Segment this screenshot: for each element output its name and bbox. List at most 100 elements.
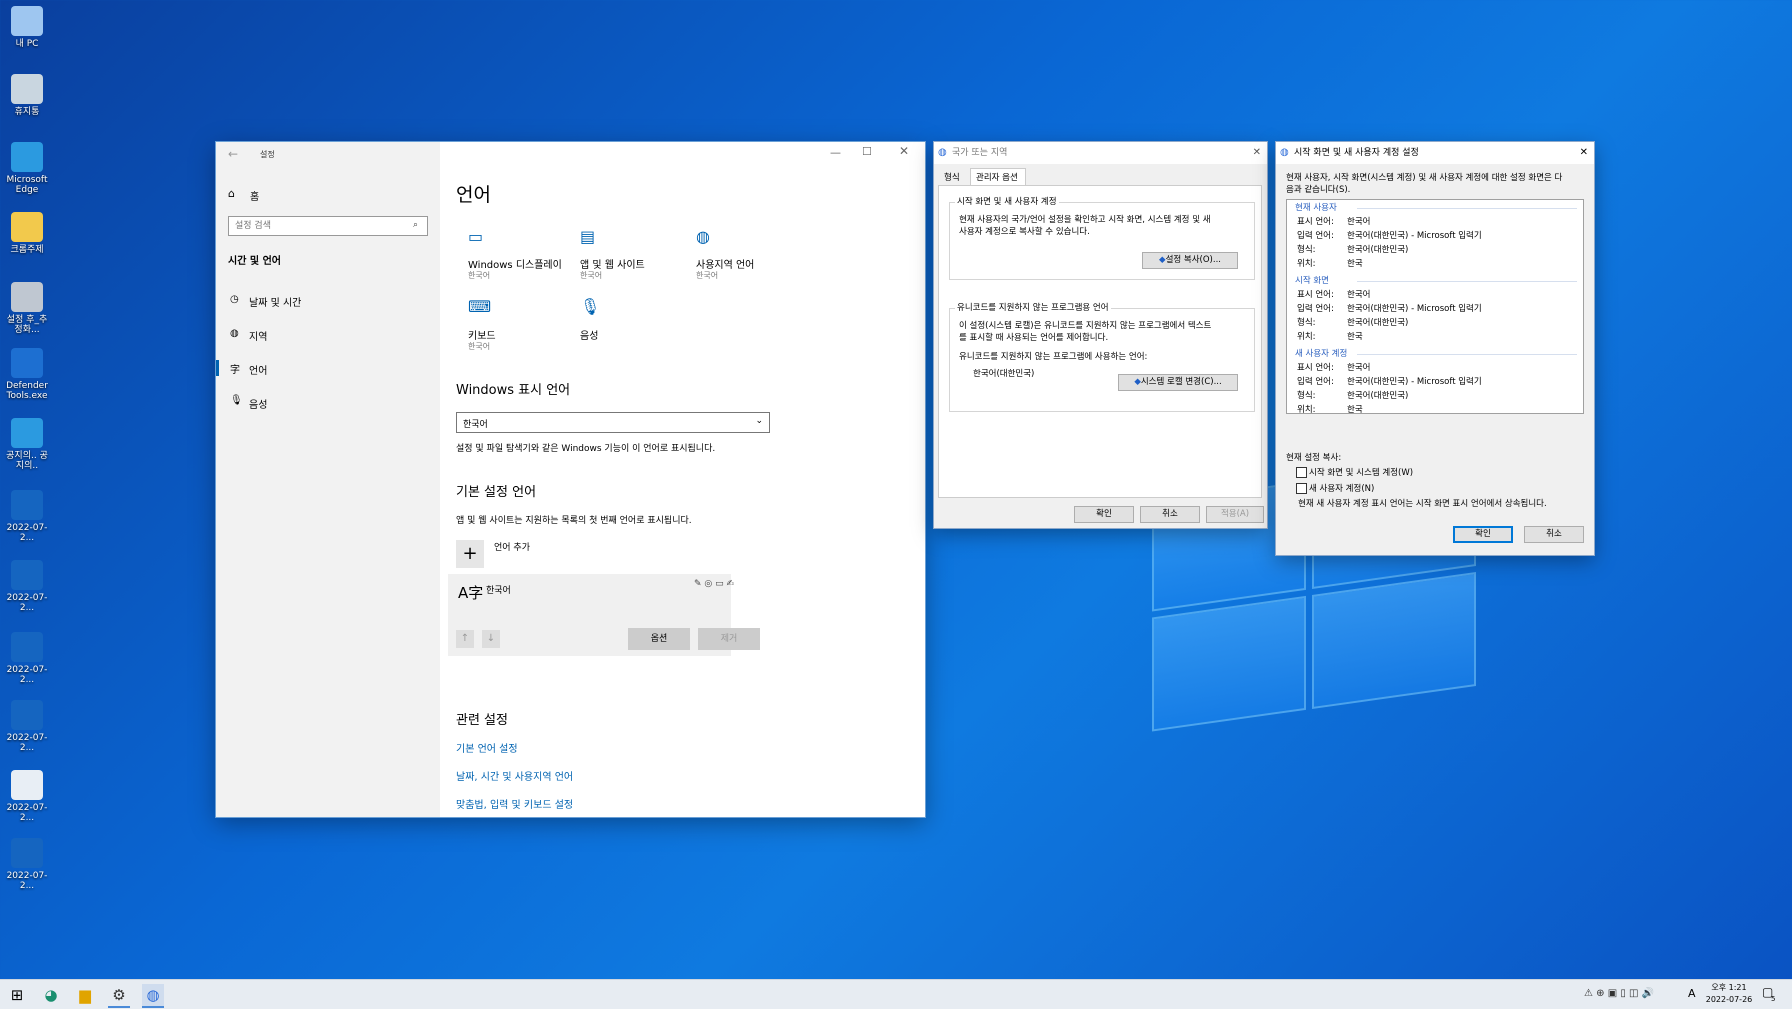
window-title: 설정 bbox=[260, 150, 275, 159]
welcome-cancel-button[interactable]: 취소 bbox=[1524, 526, 1584, 543]
related-settings-heading: 관련 설정 bbox=[456, 713, 508, 728]
summary-row-key: 표시 언어: bbox=[1297, 217, 1334, 227]
desktop-icon[interactable]: 휴지통 bbox=[4, 74, 50, 117]
desktop-icon[interactable]: 크롬주제 bbox=[4, 212, 50, 255]
change-locale-button[interactable]: ◆시스템 로캘 변경(C)... bbox=[1118, 374, 1238, 391]
welcome-ok-button[interactable]: 확인 bbox=[1453, 526, 1513, 543]
region-cancel-button[interactable]: 취소 bbox=[1140, 506, 1200, 523]
nav-speech[interactable]: 음성 bbox=[249, 396, 267, 411]
tile-apps[interactable]: 앱 및 웹 사이트 bbox=[580, 256, 645, 271]
region-taskbar-icon[interactable]: ◍ bbox=[142, 984, 164, 1008]
settings-main: — ☐ ✕ 언어 ▭ Windows 디스플레이 한국어 ▤ 앱 및 웹 사이트… bbox=[440, 142, 925, 817]
desktop-icon[interactable]: 2022-07-2... bbox=[4, 700, 50, 753]
add-language-label[interactable]: 언어 추가 bbox=[494, 540, 530, 553]
search-input[interactable] bbox=[228, 216, 428, 236]
tab-admin-selected[interactable]: 관리자 옵션 bbox=[970, 168, 1026, 186]
desktop-icon-image bbox=[11, 418, 43, 448]
related-link-spelling[interactable]: 맞춤법, 입력 및 키보드 설정 bbox=[456, 796, 573, 811]
checkbox-welcome-system[interactable]: 시작 화면 및 시스템 계정(W) bbox=[1296, 467, 1413, 479]
summary-section-title: 시작 화면 bbox=[1295, 276, 1329, 286]
desktop-icon-image bbox=[11, 632, 43, 662]
summary-row-value: 한국어(대한민국) - Microsoft 입력기 bbox=[1347, 304, 1482, 314]
copy-settings-button[interactable]: ◆설정 복사(O)... bbox=[1142, 252, 1238, 269]
close-button[interactable]: ✕ bbox=[899, 144, 909, 158]
maximize-button[interactable]: ☐ bbox=[862, 145, 872, 158]
display-language-select[interactable]: 한국어 ⌄ bbox=[456, 412, 770, 433]
move-up-button[interactable]: ↑ bbox=[456, 630, 474, 648]
desktop-icon[interactable]: 2022-07-2... bbox=[4, 490, 50, 543]
file-explorer-icon[interactable]: ▆ bbox=[74, 984, 96, 1006]
group1-title: 시작 화면 및 새 사용자 계정 bbox=[955, 196, 1059, 208]
desktop-icon[interactable]: Defender Tools.exe bbox=[4, 348, 50, 401]
desktop-icon-image bbox=[11, 74, 43, 104]
nav-date-time[interactable]: 날짜 및 시간 bbox=[249, 294, 301, 309]
group2-text-3: 유니코드를 지원하지 않는 프로그램에 사용하는 언어: bbox=[959, 352, 1148, 362]
summary-row-key: 입력 언어: bbox=[1297, 231, 1334, 241]
welcome-intro-1: 현재 사용자, 시작 화면(시스템 계정) 및 새 사용자 계정에 대한 설정 … bbox=[1286, 173, 1563, 183]
move-down-button[interactable]: ↓ bbox=[482, 630, 500, 648]
window-icon: ▤ bbox=[580, 227, 596, 246]
options-button[interactable]: 옵션 bbox=[628, 628, 690, 650]
settings-gear-icon[interactable]: ⚙ bbox=[108, 984, 130, 1008]
language-item[interactable]: A字 한국어 ✎ ◎ ▭ ✍ ↑ ↓ 옵션 제거 bbox=[448, 574, 760, 656]
desktop-icon[interactable]: 2022-07-2... bbox=[4, 560, 50, 613]
nav-region[interactable]: 지역 bbox=[249, 328, 267, 343]
desktop-icon-image bbox=[11, 700, 43, 730]
checkbox-new-user[interactable]: 새 사용자 계정(N) bbox=[1296, 483, 1374, 495]
ime-indicator[interactable]: A bbox=[1688, 987, 1696, 1000]
tile-regional-sub: 한국어 bbox=[696, 271, 719, 280]
desktop-icon[interactable]: 내 PC bbox=[4, 6, 50, 49]
home-icon[interactable]: ⌂ bbox=[228, 187, 235, 200]
tab-formats[interactable]: 형식 bbox=[944, 172, 960, 184]
desktop-icon-label: 내 PC bbox=[15, 39, 39, 49]
tile-keyboard[interactable]: 키보드 bbox=[468, 327, 496, 342]
chevron-down-icon: ⌄ bbox=[755, 416, 763, 426]
tile-speech[interactable]: 음성 bbox=[580, 327, 598, 342]
checkbox-box[interactable] bbox=[1296, 467, 1307, 478]
nav-home[interactable]: 홈 bbox=[250, 188, 259, 203]
desktop-icon[interactable]: 공지의.. 공지의.. bbox=[4, 418, 50, 471]
desktop-icon[interactable]: Microsoft Edge bbox=[4, 142, 50, 195]
search-icon[interactable]: ⌕ bbox=[413, 220, 418, 230]
summary-row-value: 한국어 bbox=[1347, 290, 1371, 300]
region-apply-button[interactable]: 적용(A) bbox=[1206, 506, 1264, 523]
desktop-icon[interactable]: 2022-07-2... bbox=[4, 770, 50, 823]
nav-selected-indicator bbox=[216, 360, 219, 376]
clock-date[interactable]: 2022-07-26 bbox=[1700, 995, 1758, 1004]
current-system-locale: 한국어(대한민국) bbox=[973, 369, 1035, 379]
summary-row-value: 한국어 bbox=[1347, 363, 1371, 373]
summary-row-key: 표시 언어: bbox=[1297, 363, 1334, 373]
welcome-intro-2: 음과 같습니다(S). bbox=[1286, 185, 1351, 195]
group2-text-2: 를 표시할 때 사용되는 언어를 제어합니다. bbox=[959, 333, 1109, 343]
summary-row-key: 위치: bbox=[1297, 332, 1316, 342]
region-close-icon[interactable]: ✕ bbox=[1253, 142, 1261, 164]
preferred-language-heading: 기본 설정 언어 bbox=[456, 485, 537, 500]
welcome-close-icon[interactable]: ✕ bbox=[1580, 142, 1588, 164]
checkbox-box[interactable] bbox=[1296, 483, 1307, 494]
edge-taskbar-icon[interactable]: ◕ bbox=[40, 984, 62, 1006]
page-title: 언어 bbox=[456, 184, 491, 206]
related-link-default-language[interactable]: 기본 언어 설정 bbox=[456, 740, 518, 755]
region-ok-button[interactable]: 확인 bbox=[1074, 506, 1134, 523]
start-button[interactable]: ⊞ bbox=[6, 984, 28, 1006]
region-dialog-title: 국가 또는 지역 bbox=[952, 148, 1008, 158]
inherit-note: 현재 새 사용자 계정 표시 언어는 시작 화면 표시 언어에서 상속됩니다. bbox=[1298, 499, 1547, 509]
minimize-button[interactable]: — bbox=[830, 146, 841, 159]
remove-button[interactable]: 제거 bbox=[698, 628, 760, 650]
nav-language[interactable]: 언어 bbox=[249, 362, 267, 377]
related-link-date-region[interactable]: 날짜, 시간 및 사용지역 언어 bbox=[456, 768, 573, 783]
summary-row-key: 형식: bbox=[1297, 318, 1316, 328]
region-dialog: ◍ 국가 또는 지역 ✕ 형식 관리자 옵션 시작 화면 및 새 사용자 계정 … bbox=[934, 142, 1267, 528]
desktop-icon[interactable]: 2022-07-2... bbox=[4, 838, 50, 891]
tile-regional[interactable]: 사용지역 언어 bbox=[696, 256, 754, 271]
system-tray-icons[interactable]: ⚠ ⊕ ▣ ▯ ◫ 🔊 bbox=[1584, 988, 1654, 999]
desktop-icon[interactable]: 2022-07-2... bbox=[4, 632, 50, 685]
welcome-settings-dialog: ◍ 시작 화면 및 새 사용자 계정 설정 ✕ 현재 사용자, 시작 화면(시스… bbox=[1276, 142, 1594, 555]
desktop-icon[interactable]: 설정 후_추정화... bbox=[4, 282, 50, 335]
add-language-button[interactable]: + bbox=[456, 540, 484, 568]
back-arrow-icon[interactable]: ← bbox=[228, 147, 238, 161]
desktop-icon-label: 공지의.. 공지의.. bbox=[6, 451, 48, 471]
clock-time[interactable]: 오후 1:21 bbox=[1708, 982, 1750, 993]
summary-row-value: 한국 bbox=[1347, 332, 1363, 342]
tile-display[interactable]: Windows 디스플레이 bbox=[468, 256, 562, 271]
